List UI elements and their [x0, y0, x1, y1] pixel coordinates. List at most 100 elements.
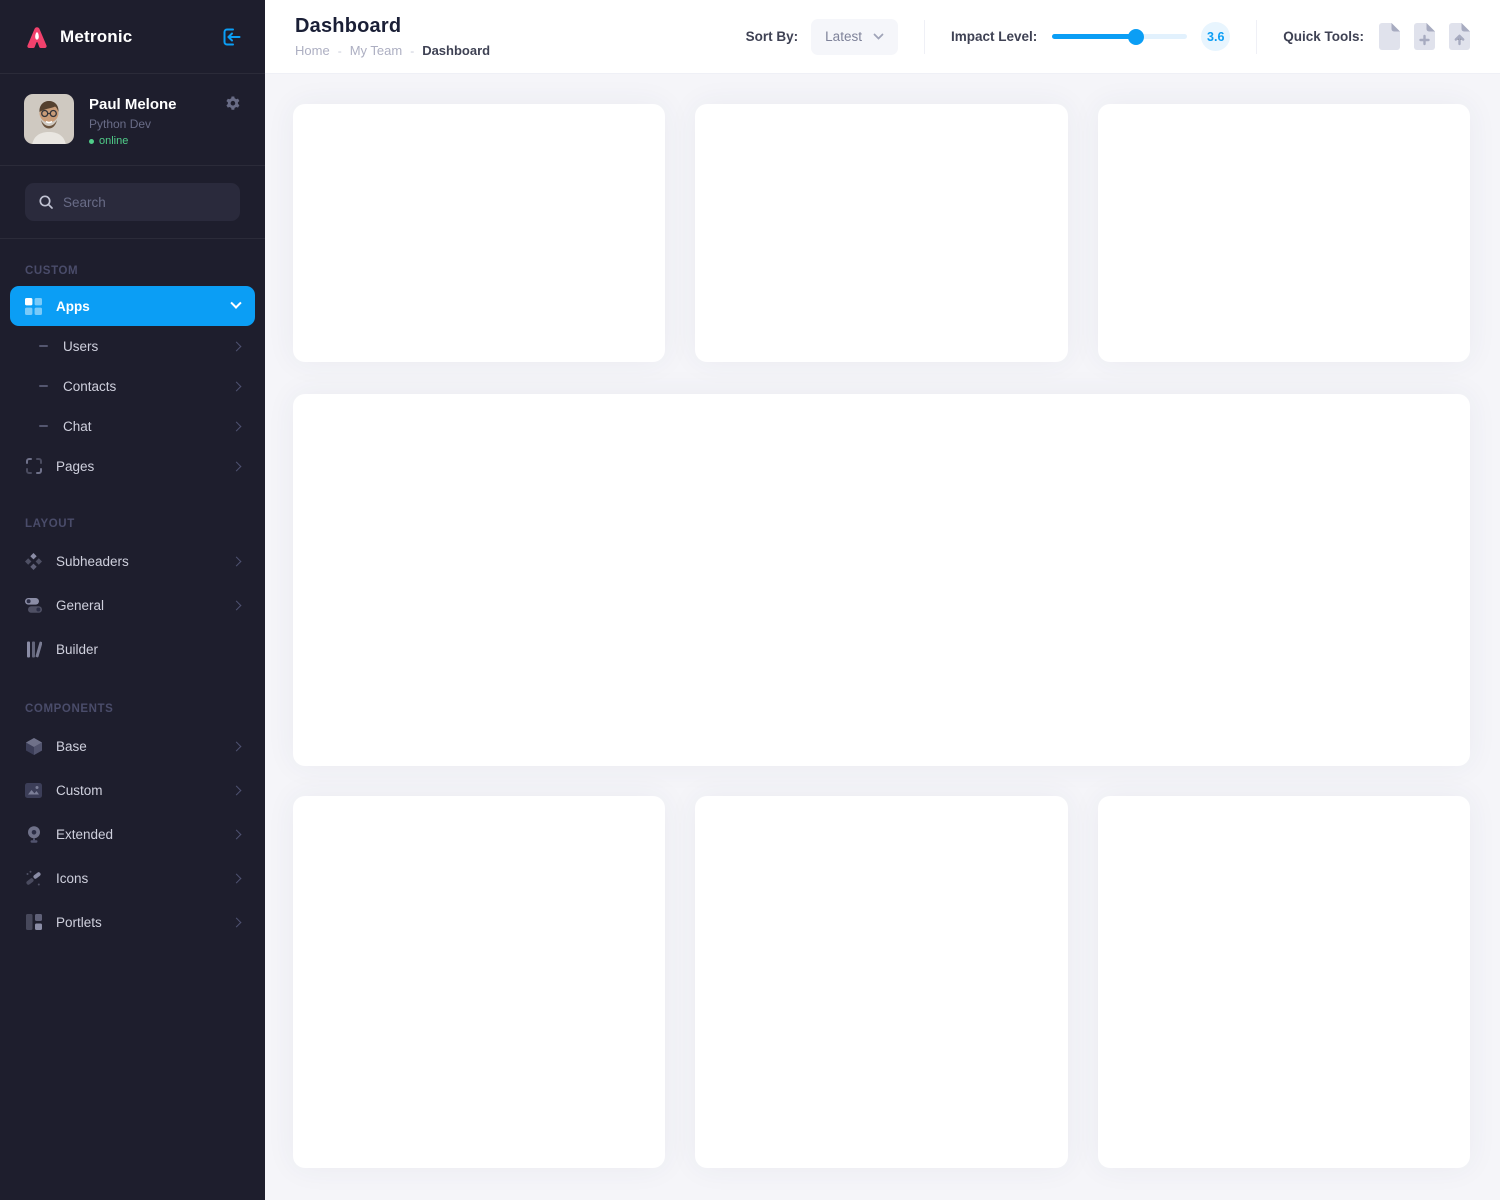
menu-label: Extended — [56, 827, 113, 842]
menu-label: General — [56, 598, 104, 613]
sidebar-item-custom[interactable]: Custom — [0, 768, 265, 812]
menu-label: Icons — [56, 871, 88, 886]
sidebar-item-contacts[interactable]: Contacts — [0, 366, 265, 406]
cube-icon — [25, 738, 42, 755]
chevron-right-icon — [232, 556, 242, 566]
online-dot-icon — [89, 139, 94, 144]
brand-name: Metronic — [60, 27, 132, 47]
impact-slider[interactable] — [1052, 29, 1187, 45]
chevron-down-icon — [873, 33, 884, 40]
topbar-tools: Sort By: Latest Impact Level: 3.6 — [746, 19, 1470, 55]
search-input-wrapper[interactable] — [25, 183, 240, 221]
toggles-icon — [25, 598, 42, 613]
user-name: Paul Melone — [89, 96, 225, 113]
sort-dropdown[interactable]: Latest — [811, 19, 898, 55]
metronic-logo-icon — [24, 24, 50, 50]
file-upload-icon[interactable] — [1449, 23, 1470, 50]
card — [695, 796, 1067, 1168]
chevron-right-icon — [232, 741, 242, 751]
user-role: Python Dev — [89, 117, 225, 131]
sidebar-item-icons[interactable]: Icons — [0, 856, 265, 900]
settings-gear-icon[interactable] — [225, 96, 241, 147]
breadcrumb-my-team[interactable]: My Team — [350, 43, 403, 58]
sidebar-collapse-icon[interactable] — [221, 26, 243, 48]
impact-slider-fill — [1052, 34, 1136, 39]
search-section — [0, 166, 265, 239]
menu-label: Users — [63, 339, 98, 354]
broken-link-icon — [25, 870, 42, 887]
sidebar-item-subheaders[interactable]: Subheaders — [0, 539, 265, 583]
menu-label: Contacts — [63, 379, 116, 394]
dash-bullet-icon — [39, 385, 48, 387]
sidebar-item-chat[interactable]: Chat — [0, 406, 265, 446]
file-plus-icon[interactable] — [1414, 23, 1435, 50]
search-input[interactable] — [63, 195, 223, 210]
frame-icon — [25, 458, 42, 474]
sidebar-item-apps[interactable]: Apps — [10, 286, 255, 326]
menu-label: Base — [56, 739, 87, 754]
impact-slider-handle[interactable] — [1128, 29, 1144, 45]
chevron-right-icon — [232, 600, 242, 610]
user-info: Paul Melone Python Dev online — [89, 94, 225, 147]
chevron-down-icon — [230, 298, 241, 309]
page-head: Dashboard Home - My Team - Dashboard — [295, 15, 490, 58]
divider — [1256, 20, 1257, 54]
app-window: Metronic Paul Melone Python Dev online — [0, 0, 1500, 1200]
user-status: online — [89, 135, 225, 147]
menu-label: Portlets — [56, 915, 102, 930]
section-label-custom: CUSTOM — [0, 265, 265, 277]
sidebar-item-extended[interactable]: Extended — [0, 812, 265, 856]
diamonds-icon — [25, 553, 42, 570]
dash-bullet-icon — [39, 425, 48, 427]
card-wide — [293, 394, 1470, 766]
breadcrumb-home[interactable]: Home — [295, 43, 330, 58]
menu-label: Pages — [56, 459, 94, 474]
portlets-icon — [25, 914, 42, 930]
chevron-right-icon — [232, 381, 242, 391]
chevron-right-icon — [232, 829, 242, 839]
menu-label: Apps — [56, 299, 90, 314]
breadcrumb: Home - My Team - Dashboard — [295, 43, 490, 58]
card-row-top — [293, 104, 1470, 362]
chevron-right-icon — [232, 421, 242, 431]
chevron-right-icon — [232, 917, 242, 927]
sidebar-item-builder[interactable]: Builder — [0, 627, 265, 671]
sidebar-item-users[interactable]: Users — [0, 326, 265, 366]
card — [1098, 796, 1470, 1168]
breadcrumb-current: Dashboard — [422, 43, 490, 58]
impact-level-label: Impact Level: — [951, 29, 1037, 44]
dash-bullet-icon — [39, 345, 48, 347]
content-grid — [265, 74, 1500, 1200]
status-text: online — [99, 135, 128, 147]
topbar: Dashboard Home - My Team - Dashboard Sor… — [265, 0, 1500, 74]
card — [293, 796, 665, 1168]
quick-tools-label: Quick Tools: — [1283, 29, 1364, 44]
sort-dropdown-value: Latest — [825, 29, 862, 44]
breadcrumb-separator: - — [338, 44, 342, 58]
menu-label: Custom — [56, 783, 103, 798]
menu-label: Chat — [63, 419, 92, 434]
bars-icon — [25, 641, 42, 658]
card — [293, 104, 665, 362]
card — [1098, 104, 1470, 362]
menu-label: Subheaders — [56, 554, 129, 569]
divider — [924, 20, 925, 54]
section-label-layout: LAYOUT — [0, 518, 265, 530]
main-area: Dashboard Home - My Team - Dashboard Sor… — [265, 0, 1500, 1200]
chevron-right-icon — [232, 461, 242, 471]
grid-icon — [25, 298, 42, 315]
slider-track — [1052, 34, 1187, 39]
card — [695, 104, 1067, 362]
breadcrumb-separator: - — [410, 44, 414, 58]
chevron-right-icon — [232, 785, 242, 795]
search-icon — [38, 194, 54, 210]
sidebar-item-base[interactable]: Base — [0, 724, 265, 768]
file-icon[interactable] — [1379, 23, 1400, 50]
chevron-right-icon — [232, 873, 242, 883]
card-row-bottom — [293, 796, 1470, 1168]
sidebar-item-portlets[interactable]: Portlets — [0, 900, 265, 944]
avatar[interactable] — [24, 94, 74, 144]
sidebar-item-pages[interactable]: Pages — [0, 446, 265, 486]
sidebar-item-general[interactable]: General — [0, 583, 265, 627]
sidebar-nav: CUSTOM Apps Users Contacts — [0, 239, 265, 944]
